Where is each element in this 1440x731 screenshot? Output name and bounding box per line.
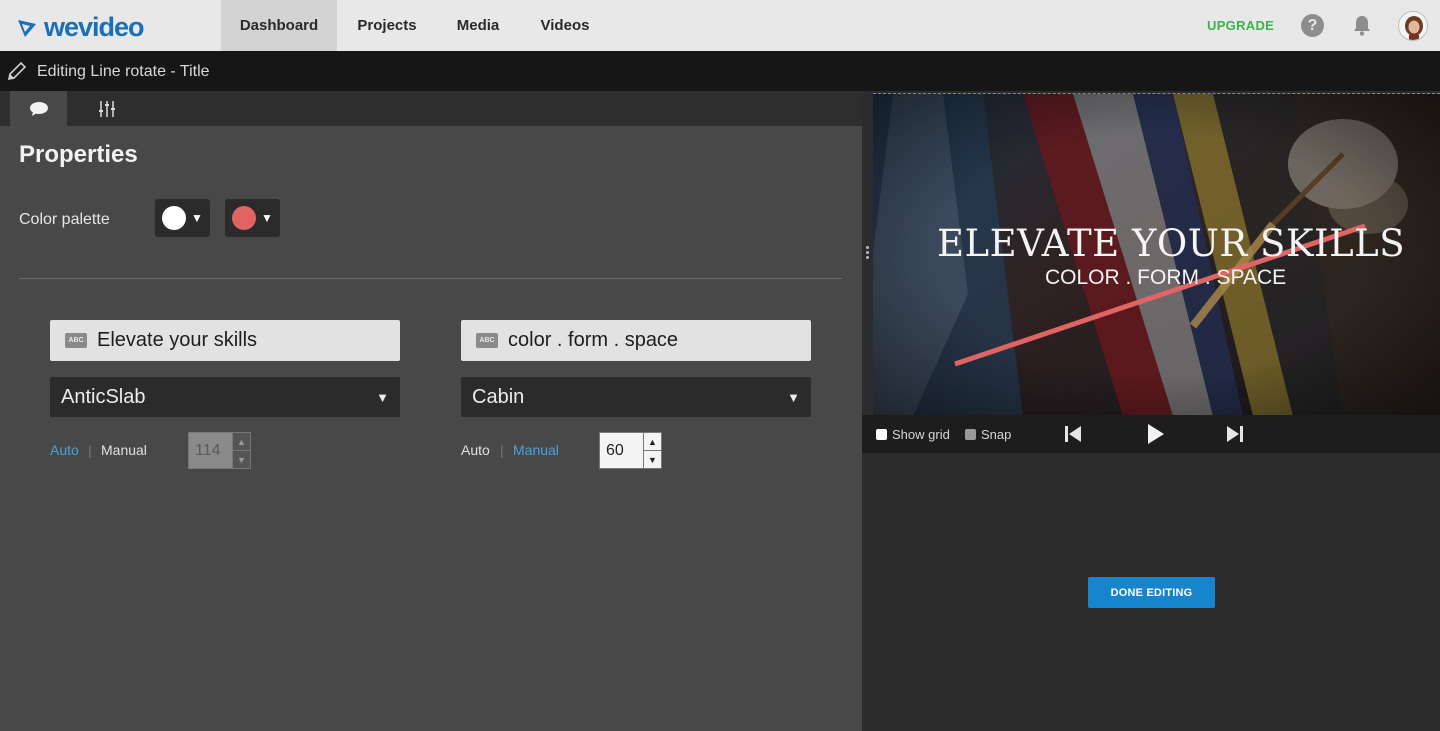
- subtitle-size-arrows[interactable]: ▲ ▼: [644, 432, 662, 469]
- abc-text-icon: ABC: [476, 333, 498, 348]
- title-size-value[interactable]: 114: [188, 432, 233, 469]
- chevron-down-icon: ▼: [191, 211, 203, 225]
- speech-bubble-icon: [29, 101, 48, 116]
- title-text-input[interactable]: ABC Elevate your skills: [50, 320, 400, 361]
- wevideo-logo[interactable]: wevideo: [16, 12, 145, 43]
- editor-title: Editing Line rotate - Title: [37, 63, 210, 80]
- mode-separator: |: [88, 442, 92, 458]
- logo-text: wevideo: [44, 12, 145, 42]
- pencil-icon: [7, 61, 27, 81]
- title-size-stepper[interactable]: 114 ▲ ▼: [188, 432, 251, 469]
- nav-tab-dashboard[interactable]: Dashboard: [221, 0, 337, 51]
- abc-text-icon: ABC: [65, 333, 87, 348]
- show-grid-checkbox[interactable]: Show grid: [876, 427, 950, 442]
- color-swatch-red[interactable]: ▼: [225, 199, 280, 237]
- nav-tab-projects[interactable]: Projects: [337, 0, 437, 51]
- title-size-arrows[interactable]: ▲ ▼: [233, 432, 251, 469]
- decrement-arrow-icon[interactable]: ▼: [233, 451, 250, 468]
- chevron-down-icon: ▼: [787, 389, 800, 405]
- subtitle-size-manual-toggle[interactable]: Manual: [513, 442, 559, 458]
- properties-panel: Properties Color palette ▼ ▼ ABC Elevate…: [0, 91, 862, 731]
- subtitle-text-input[interactable]: ABC color . form . space: [461, 320, 811, 361]
- increment-arrow-icon[interactable]: ▲: [233, 433, 250, 451]
- increment-arrow-icon[interactable]: ▲: [644, 433, 661, 451]
- subtitle-size-stepper[interactable]: 60 ▲ ▼: [599, 432, 662, 469]
- preview-title-text[interactable]: ELEVATE YOUR SKILLS: [937, 222, 1405, 265]
- avatar-portrait-icon: [1399, 12, 1427, 40]
- title-size-manual-toggle[interactable]: Manual: [101, 442, 147, 458]
- subtitle-font-value: Cabin: [472, 385, 525, 408]
- decrement-arrow-icon[interactable]: ▼: [644, 451, 661, 468]
- title-font-value: AnticSlab: [61, 385, 146, 408]
- mode-separator: |: [500, 442, 504, 458]
- subtitle-size-auto-toggle[interactable]: Auto: [461, 442, 490, 458]
- preview-controls: Show grid Snap: [862, 415, 1440, 453]
- chevron-down-icon: ▼: [376, 389, 389, 405]
- notification-bell-icon[interactable]: [1350, 13, 1374, 37]
- show-grid-box[interactable]: [876, 429, 887, 440]
- chevron-down-icon: ▼: [261, 211, 273, 225]
- tab-adjustments[interactable]: [78, 91, 135, 126]
- panel-resize-handle[interactable]: [866, 246, 869, 262]
- editor-title-bar: Editing Line rotate - Title: [0, 51, 1440, 91]
- done-editing-button[interactable]: DONE EDITING: [1088, 577, 1215, 608]
- subtitle-text-value: color . form . space: [508, 329, 679, 351]
- color-swatch-white[interactable]: ▼: [155, 199, 210, 237]
- panel-tab-strip: [0, 91, 862, 126]
- video-preview[interactable]: ELEVATE YOUR SKILLS COLOR . FORM . SPACE: [873, 93, 1440, 415]
- help-icon[interactable]: ?: [1301, 14, 1324, 37]
- color-palette-label: Color palette: [19, 211, 110, 228]
- snap-label: Snap: [981, 427, 1012, 442]
- user-avatar[interactable]: [1398, 11, 1428, 41]
- white-swatch-dot: [162, 206, 186, 230]
- play-icon[interactable]: [1144, 423, 1166, 445]
- play-logo-icon: [18, 19, 36, 37]
- properties-heading: Properties: [19, 141, 138, 168]
- sliders-icon: [98, 100, 115, 117]
- snap-checkbox[interactable]: Snap: [965, 427, 1011, 442]
- upgrade-link[interactable]: UPGRADE: [1207, 18, 1274, 33]
- title-text-value: Elevate your skills: [97, 329, 258, 351]
- snap-box[interactable]: [965, 429, 976, 440]
- preview-subtitle-text[interactable]: COLOR . FORM . SPACE: [1045, 266, 1286, 290]
- nav-tab-videos[interactable]: Videos: [519, 0, 611, 51]
- red-swatch-dot: [232, 206, 256, 230]
- subtitle-size-value[interactable]: 60: [599, 432, 644, 469]
- tab-text-properties[interactable]: [10, 91, 67, 126]
- subtitle-font-select[interactable]: Cabin ▼: [461, 377, 811, 417]
- skip-to-end-icon[interactable]: [1224, 423, 1246, 445]
- skip-to-start-icon[interactable]: [1062, 423, 1084, 445]
- top-navigation: wevideo Dashboard Projects Media Videos …: [0, 0, 1440, 51]
- nav-tab-media[interactable]: Media: [437, 0, 519, 51]
- section-divider: [19, 278, 842, 279]
- title-size-auto-toggle[interactable]: Auto: [50, 442, 79, 458]
- title-font-select[interactable]: AnticSlab ▼: [50, 377, 400, 417]
- show-grid-label: Show grid: [892, 427, 950, 442]
